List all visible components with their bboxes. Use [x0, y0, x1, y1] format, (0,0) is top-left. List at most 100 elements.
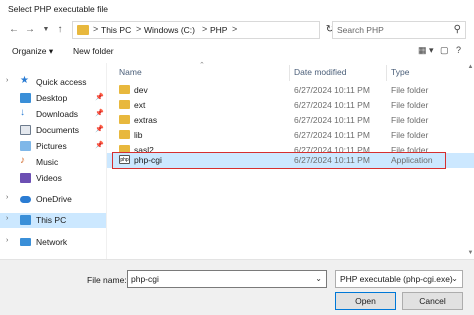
chevron-down-icon[interactable]: ⌄	[451, 274, 458, 283]
sidebar-item-videos[interactable]: Videos	[0, 171, 106, 186]
table-row[interactable]: extras 6/27/2024 10:11 PM File folder	[107, 113, 474, 128]
file-list: ⌃ Name Date modified Type dev 6/27/2024 …	[107, 62, 474, 259]
folder-icon	[119, 100, 130, 109]
sidebar-item-label: Pictures	[36, 141, 67, 151]
folder-icon	[77, 25, 89, 35]
pictures-icon	[20, 141, 31, 151]
videos-icon	[20, 173, 31, 183]
file-name: ext	[134, 100, 146, 110]
sidebar-item-documents[interactable]: Documents 📌	[0, 123, 106, 138]
column-divider[interactable]	[289, 65, 290, 81]
sidebar-item-label: Network	[36, 237, 68, 247]
vertical-scrollbar[interactable]: ▲ ▼	[467, 63, 474, 259]
organize-button[interactable]: Organize ▾	[12, 46, 53, 57]
sidebar-item-label: This PC	[36, 215, 67, 225]
back-arrow-icon[interactable]: ←	[6, 22, 22, 38]
onedrive-icon	[20, 196, 31, 203]
column-divider[interactable]	[386, 65, 387, 81]
file-date-modified: 6/27/2024 10:11 PM	[294, 115, 370, 125]
scroll-down-icon[interactable]: ▼	[467, 250, 474, 258]
file-type-select[interactable]: PHP executable (php-cgi.exe) ⌄	[335, 270, 463, 288]
forward-arrow-icon[interactable]: →	[22, 22, 38, 38]
sidebar-item-pictures[interactable]: Pictures 📌	[0, 139, 106, 154]
folder-icon	[119, 115, 130, 124]
window-title: Select PHP executable file	[8, 4, 109, 14]
search-icon: ⚲	[453, 24, 461, 35]
title-bar: Select PHP executable file	[0, 0, 474, 19]
expand-chevron-icon[interactable]: ›	[6, 215, 8, 222]
sort-ascending-icon: ⌃	[199, 62, 205, 69]
table-row[interactable]: dev 6/27/2024 10:11 PM File folder	[107, 83, 474, 98]
php-application-icon: php	[119, 155, 130, 164]
new-folder-button[interactable]: New folder	[73, 46, 114, 56]
address-bar[interactable]: > This PC > Windows (C:) > PHP > ⌄	[72, 21, 390, 39]
navigation-bar: ← → ▼ ↑ > This PC > Windows (C:) > PHP >…	[0, 19, 474, 41]
table-row[interactable]: lib 6/27/2024 10:11 PM File folder	[107, 128, 474, 143]
chevron-down-icon[interactable]: ⌄	[315, 274, 322, 283]
file-date-modified: 6/27/2024 10:11 PM	[294, 155, 370, 165]
breadcrumb-windows-c[interactable]: Windows (C:)	[144, 25, 195, 35]
scroll-up-icon[interactable]: ▲	[467, 64, 474, 72]
star-icon: ★	[20, 75, 29, 86]
dialog-footer: File name: php-cgi ⌄ PHP executable (php…	[0, 259, 474, 315]
sidebar-item-network[interactable]: › Network	[0, 235, 106, 250]
search-placeholder: Search PHP	[337, 25, 384, 35]
sidebar-item-label: Quick access	[36, 77, 87, 87]
file-type: Application	[391, 155, 433, 165]
cancel-button[interactable]: Cancel	[402, 292, 463, 310]
search-input[interactable]: Search PHP ⚲	[332, 21, 466, 39]
network-icon	[20, 238, 31, 246]
pin-icon: 📌	[95, 110, 104, 117]
column-header-type[interactable]: Type	[391, 67, 409, 77]
file-type: File folder	[391, 85, 429, 95]
sidebar-item-label: OneDrive	[36, 194, 72, 204]
music-icon: ♪	[20, 155, 25, 166]
sidebar-item-this-pc[interactable]: › This PC	[0, 213, 106, 228]
file-name-field[interactable]: php-cgi ⌄	[127, 270, 327, 288]
file-date-modified: 6/27/2024 10:11 PM	[294, 130, 370, 140]
view-options-icon[interactable]: ▦ ▾	[418, 45, 434, 56]
file-type: File folder	[391, 115, 429, 125]
breadcrumb-separator-icon: >	[136, 24, 142, 34]
expand-chevron-icon[interactable]: ›	[6, 237, 8, 244]
expand-chevron-icon[interactable]: ›	[6, 194, 8, 201]
up-arrow-icon[interactable]: ↑	[52, 22, 68, 38]
sidebar-item-downloads[interactable]: ↓ Downloads 📌	[0, 107, 106, 122]
column-header-date-modified[interactable]: Date modified	[294, 67, 346, 77]
breadcrumb-php[interactable]: PHP	[210, 25, 227, 35]
file-type-value: PHP executable (php-cgi.exe)	[340, 274, 453, 284]
breadcrumb-separator-icon: >	[202, 24, 208, 34]
breadcrumb-separator-icon: >	[232, 24, 238, 34]
table-row[interactable]: ext 6/27/2024 10:11 PM File folder	[107, 98, 474, 113]
sidebar-item-label: Desktop	[36, 93, 68, 103]
help-icon[interactable]: ?	[456, 45, 461, 55]
column-header-name[interactable]: Name	[119, 67, 142, 77]
sidebar-item-label: Music	[36, 157, 59, 167]
folder-icon	[119, 85, 130, 94]
breadcrumb-separator-icon: >	[93, 24, 99, 34]
navigation-pane: › ★ Quick access Desktop 📌 ↓ Downloads 📌…	[0, 63, 106, 259]
desktop-icon	[20, 93, 31, 103]
expand-chevron-icon[interactable]: ›	[6, 77, 8, 84]
file-type: File folder	[391, 130, 429, 140]
file-date-modified: 6/27/2024 10:11 PM	[294, 85, 370, 95]
file-name: dev	[134, 85, 148, 95]
sidebar-item-onedrive[interactable]: › OneDrive	[0, 192, 106, 207]
open-button[interactable]: Open	[335, 292, 396, 310]
file-name-label: File name:	[87, 275, 127, 285]
preview-pane-icon[interactable]: ▢	[440, 45, 449, 56]
file-name-value: php-cgi	[131, 274, 159, 284]
sidebar-item-desktop[interactable]: Desktop 📌	[0, 91, 106, 106]
breadcrumb-this-pc[interactable]: This PC	[101, 25, 131, 35]
sidebar-item-label: Documents	[36, 125, 79, 135]
pin-icon: 📌	[95, 142, 104, 149]
pc-icon	[20, 215, 31, 225]
file-date-modified: 6/27/2024 10:11 PM	[294, 100, 370, 110]
documents-icon	[20, 125, 31, 135]
sidebar-item-quick-access[interactable]: › ★ Quick access	[0, 75, 106, 90]
downloads-icon: ↓	[20, 107, 25, 118]
sidebar-item-label: Videos	[36, 173, 62, 183]
pin-icon: 📌	[95, 126, 104, 133]
sidebar-item-music[interactable]: ♪ Music	[0, 155, 106, 170]
table-row-selected[interactable]: php php-cgi 6/27/2024 10:11 PM Applicati…	[107, 153, 474, 168]
